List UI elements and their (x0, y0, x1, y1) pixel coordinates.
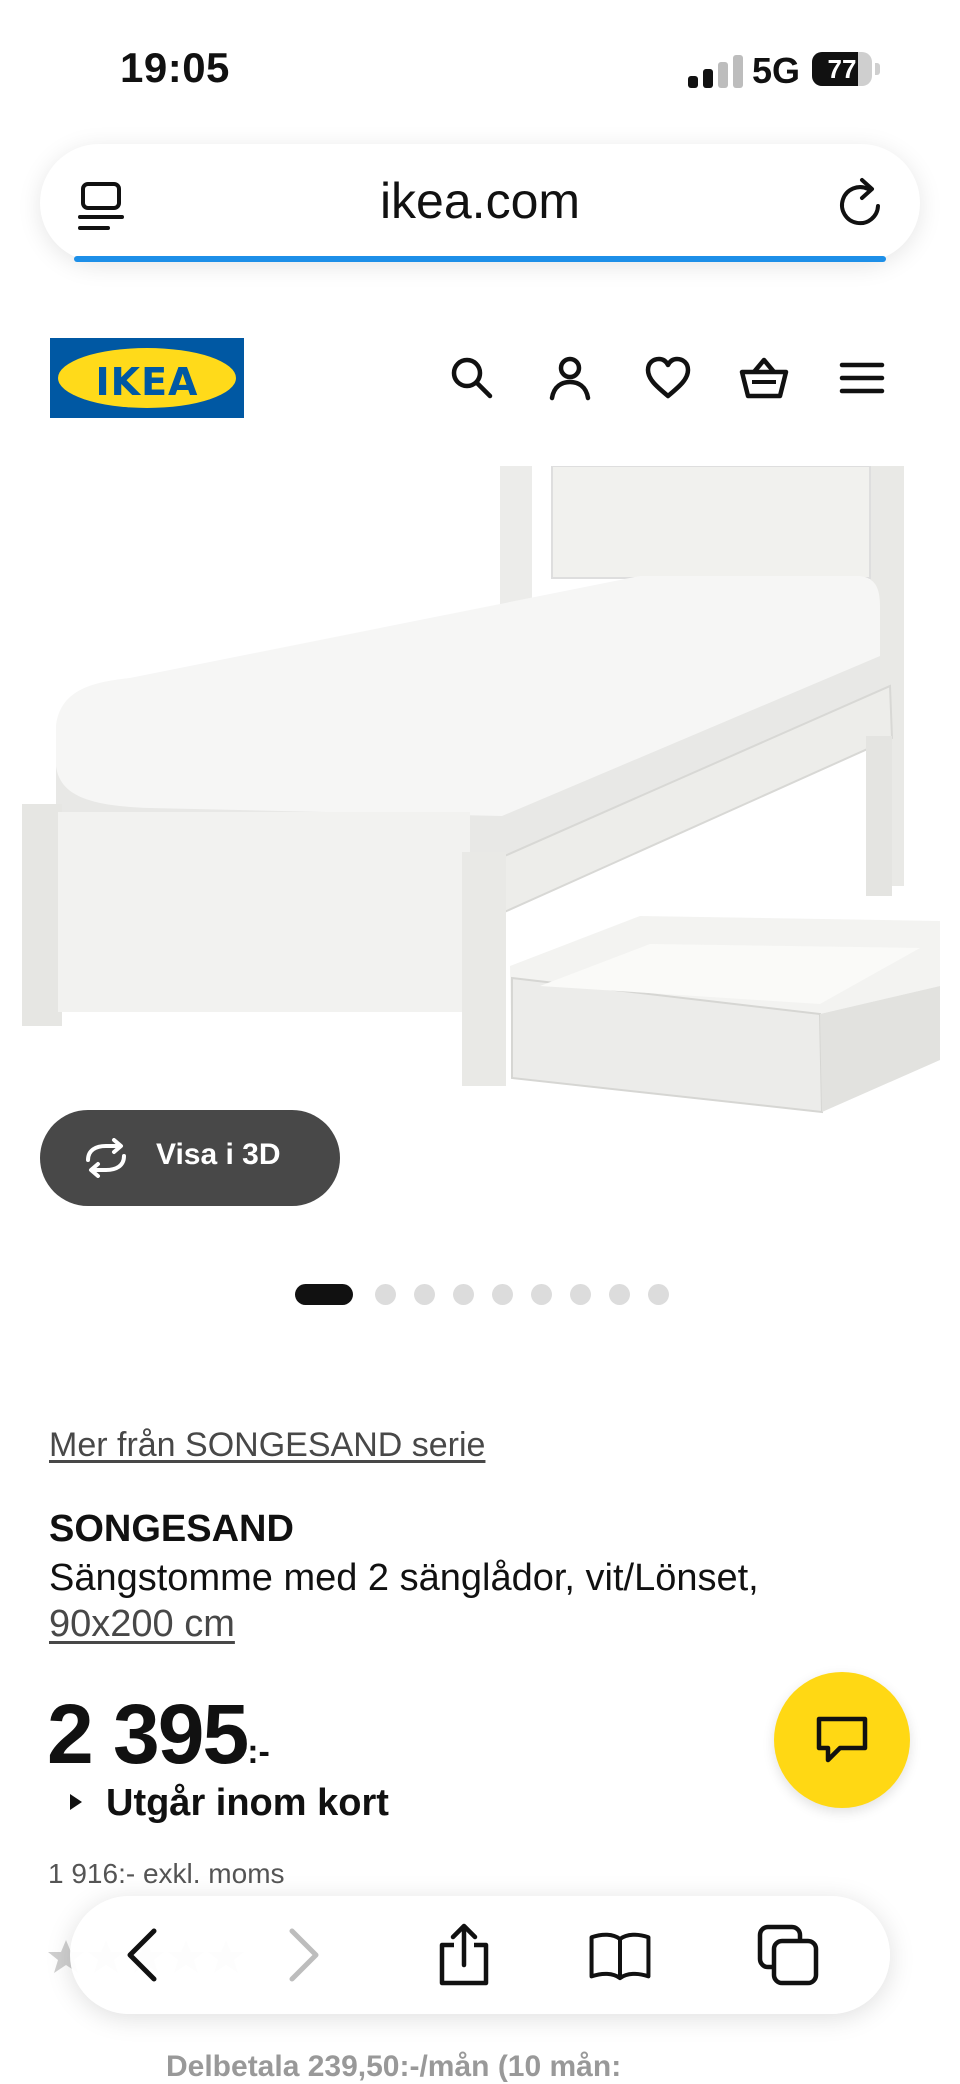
status-time: 19:05 (120, 44, 230, 91)
product-description: Sängstomme med 2 sänglådor, vit/Lönset, (49, 1557, 759, 1599)
carousel-dot[interactable] (414, 1284, 435, 1305)
bookmarks-icon[interactable] (588, 1923, 652, 1987)
carousel-dot[interactable] (492, 1284, 513, 1305)
share-icon[interactable] (432, 1923, 496, 1987)
menu-icon[interactable] (836, 352, 888, 404)
ikea-logo[interactable]: IKEA (50, 338, 244, 418)
partial-payment-info: Delbetala 239,50:-/mån (10 mån: (166, 2050, 622, 2083)
product-size-link[interactable]: 90x200 cm (49, 1603, 235, 1646)
price-amount: 2 395 (47, 1687, 249, 1781)
cellular-signal-icon (688, 54, 744, 88)
carousel-dot[interactable] (531, 1284, 552, 1305)
price-excl-vat: 1 916:- exkl. moms (48, 1858, 285, 1889)
logo-text: IKEA (95, 360, 199, 404)
network-type: 5G (752, 50, 801, 91)
battery-icon: 77 (812, 52, 880, 88)
battery-percent: 77 (827, 54, 857, 84)
heart-icon[interactable] (642, 352, 694, 404)
rotate-3d-icon (86, 1138, 126, 1178)
chat-button[interactable] (774, 1672, 910, 1808)
availability-text: Utgår inom kort (106, 1782, 389, 1824)
browser-toolbar (70, 1896, 890, 2014)
chat-icon (816, 1716, 868, 1763)
expand-triangle-icon (70, 1793, 82, 1810)
carousel-dot[interactable] (648, 1284, 669, 1305)
search-icon[interactable] (446, 352, 498, 404)
availability-status[interactable]: Utgår inom kort (70, 1782, 389, 1825)
url-text[interactable]: ikea.com (40, 172, 920, 230)
product-name: SONGESAND (49, 1508, 294, 1550)
page-load-progress (74, 256, 886, 262)
series-link[interactable]: Mer från SONGESAND serie (49, 1426, 485, 1465)
cart-icon[interactable] (738, 352, 790, 404)
carousel-dot[interactable] (295, 1284, 353, 1305)
account-icon[interactable] (544, 352, 596, 404)
address-bar[interactable]: ikea.com (40, 144, 920, 262)
reload-icon[interactable] (834, 176, 890, 232)
carousel-dot[interactable] (453, 1284, 474, 1305)
view-in-3d-button[interactable]: Visa i 3D (40, 1110, 340, 1206)
price-suffix: :- (247, 1733, 270, 1771)
carousel-dot[interactable] (375, 1284, 396, 1305)
back-icon[interactable] (114, 1923, 178, 1987)
carousel-dot[interactable] (570, 1284, 591, 1305)
view-in-3d-label: Visa i 3D (156, 1138, 281, 1171)
product-price: 2 395:- (47, 1686, 270, 1783)
forward-icon[interactable] (268, 1923, 332, 1987)
carousel-dot[interactable] (609, 1284, 630, 1305)
tabs-icon[interactable] (756, 1923, 820, 1987)
